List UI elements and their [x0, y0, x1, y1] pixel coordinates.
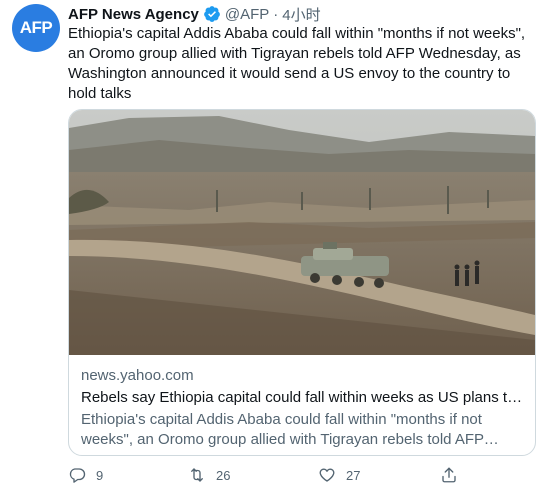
like-button[interactable]: 27	[318, 466, 360, 484]
card-domain: news.yahoo.com	[81, 367, 194, 384]
card-meta[interactable]: news.yahoo.com Rebels say Ethiopia capit…	[81, 366, 525, 450]
link-card[interactable]: news.yahoo.com Rebels say Ethiopia capit…	[68, 109, 536, 456]
retweet-count: 26	[216, 467, 231, 483]
author-name[interactable]: AFP News Agency	[68, 6, 199, 23]
card-image[interactable]	[69, 110, 535, 355]
avatar[interactable]: AFP	[12, 4, 60, 52]
tweet-header: AFP News Agency @AFP · 4小时	[68, 4, 321, 24]
author-handle[interactable]: @AFP	[225, 6, 269, 23]
share-icon	[442, 467, 456, 483]
tweet-text: Ethiopia's capital Addis Ababa could fal…	[68, 25, 526, 102]
timestamp[interactable]: 4小时	[282, 4, 320, 25]
like-count: 27	[346, 467, 361, 483]
retweet-button[interactable]: 26	[188, 466, 230, 484]
separator-dot: ·	[273, 5, 279, 23]
card-description: Ethiopia's capital Addis Ababa could fal…	[81, 411, 484, 448]
avatar-logo-text: AFP	[19, 18, 53, 37]
reply-count: 9	[96, 467, 104, 483]
reply-button[interactable]: 9	[68, 466, 103, 484]
card-title: Rebels say Ethiopia capital could fall w…	[81, 389, 525, 406]
verified-badge-icon	[204, 6, 220, 22]
reply-icon	[69, 468, 86, 483]
tweet[interactable]: AFP AFP News Agency @AFP · 4小时 Ethiopia'…	[0, 0, 550, 494]
action-bar: 9 26 27	[68, 466, 538, 486]
heart-icon	[319, 468, 335, 482]
share-button[interactable]	[440, 466, 458, 484]
retweet-icon	[191, 468, 203, 482]
